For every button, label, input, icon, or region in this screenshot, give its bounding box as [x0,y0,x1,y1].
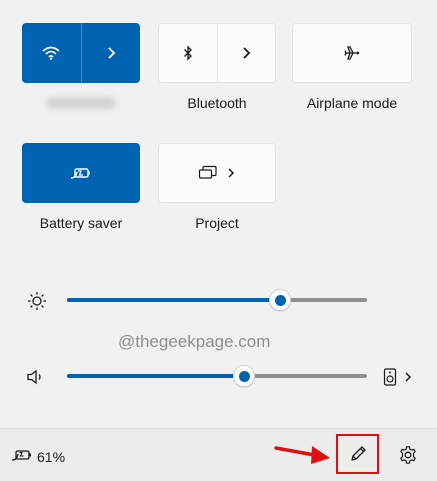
speaker-icon[interactable] [25,366,47,388]
wifi-expand-button[interactable] [82,23,141,83]
volume-slider[interactable] [67,366,367,386]
bluetooth-expand-button[interactable] [218,24,276,82]
watermark-text: @thegeekpage.com [118,332,271,351]
bluetooth-tile[interactable] [158,23,276,83]
battery-saver-tile[interactable] [22,143,140,203]
project-tile[interactable] [158,143,276,203]
bluetooth-icon [183,45,192,61]
project-label: Project [195,215,239,231]
brightness-icon [26,290,48,312]
project-icon [198,165,217,179]
bluetooth-label: Bluetooth [187,95,247,111]
gear-icon [400,446,416,464]
speaker-device-icon [383,368,397,386]
wifi-tile[interactable] [22,23,140,83]
edit-quick-settings-button[interactable] [338,436,377,472]
chevron-right-icon [405,372,412,382]
volume-slider-thumb[interactable] [234,366,254,386]
brightness-slider-thumb[interactable] [270,290,290,310]
pencil-icon [350,446,366,461]
wifi-icon [42,46,60,60]
battery-saver-icon [70,168,90,179]
bluetooth-toggle[interactable] [159,24,217,82]
settings-button[interactable] [394,441,422,469]
chevron-right-icon [228,168,235,178]
battery-percentage[interactable]: 61% [37,449,65,465]
airplane-icon [344,46,360,60]
brightness-slider[interactable] [67,290,367,310]
battery-icon[interactable] [9,445,35,465]
airplane-mode-label: Airplane mode [306,95,398,111]
battery-saver-label: Battery saver [39,215,123,231]
chevron-right-icon [108,47,116,59]
audio-output-button[interactable] [380,365,416,389]
wifi-toggle[interactable] [22,23,81,83]
chevron-right-icon [243,47,251,59]
red-arrow-annotation [274,446,330,464]
wifi-network-name-blurred [46,97,116,109]
airplane-mode-tile[interactable] [292,23,412,83]
